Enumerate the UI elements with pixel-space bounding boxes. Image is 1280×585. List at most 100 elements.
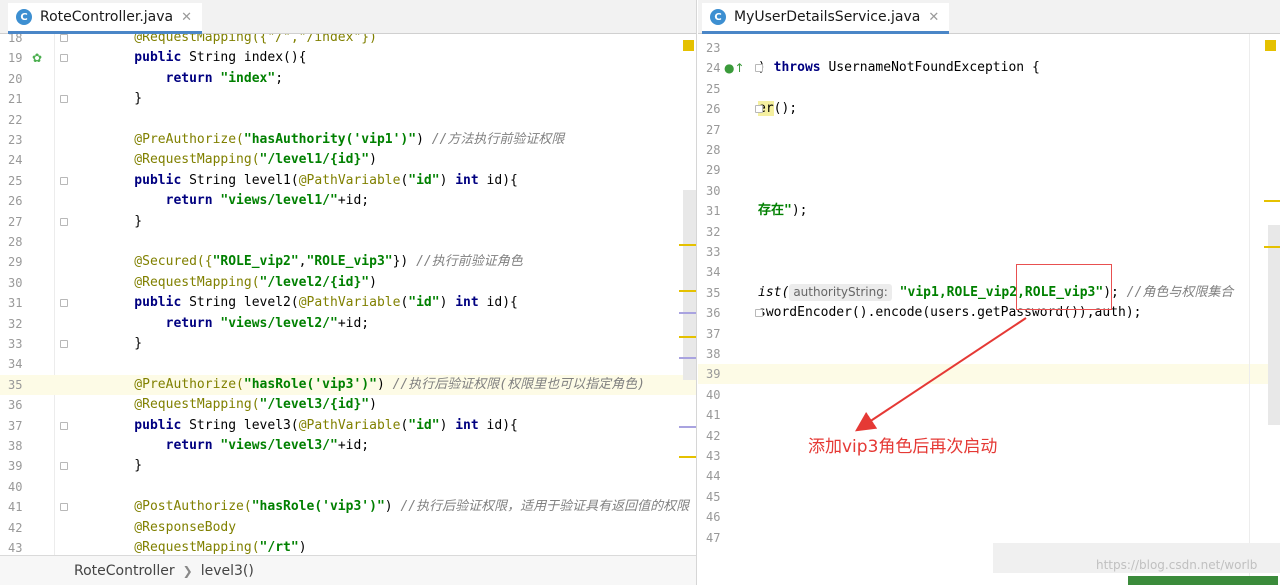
code-line[interactable]: 28 [698, 140, 1280, 160]
code-line[interactable]: 26 return "views/level1/"+id; [0, 191, 696, 211]
line-number[interactable]: 27 [8, 212, 38, 232]
line-number[interactable]: 26 [8, 191, 38, 211]
breadcrumb-class[interactable]: RoteController [74, 563, 175, 579]
code-line[interactable]: 20 return "index"; [0, 69, 696, 89]
code-line[interactable]: 32 return "views/level2/"+id; [0, 314, 696, 334]
code-line[interactable]: 24) throws UsernameNotFoundException {●↑ [698, 58, 1280, 78]
close-icon[interactable]: ✕ [181, 10, 192, 25]
code-line[interactable]: 29 @Secured({"ROLE_vip2","ROLE_vip3"}) /… [0, 252, 696, 272]
usage-marker[interactable] [679, 357, 696, 359]
line-number[interactable]: 40 [706, 385, 736, 405]
fold-icon[interactable] [755, 64, 763, 73]
line-number[interactable]: 28 [8, 232, 38, 252]
line-number[interactable]: 38 [706, 344, 736, 364]
fold-icon[interactable] [60, 217, 68, 226]
override-icon[interactable]: ●↑ [724, 58, 745, 78]
line-number[interactable]: 23 [706, 38, 736, 58]
fold-icon[interactable] [60, 34, 68, 42]
line-number[interactable]: 26 [706, 99, 736, 119]
code-line[interactable]: 35 ist(authorityString: "vip1,ROLE_vip2,R… [698, 283, 1280, 303]
close-icon[interactable]: ✕ [928, 10, 939, 25]
line-number[interactable]: 32 [706, 222, 736, 242]
line-number[interactable]: 42 [8, 518, 38, 538]
code-line[interactable]: 30 [698, 181, 1280, 201]
line-number[interactable]: 30 [706, 181, 736, 201]
warning-marker[interactable] [1264, 246, 1280, 248]
warning-marker[interactable] [1264, 200, 1280, 202]
usage-marker[interactable] [679, 426, 696, 428]
line-number[interactable]: 21 [8, 89, 38, 109]
code-line[interactable]: 37 [698, 324, 1280, 344]
left-scrollbar-thumb[interactable] [683, 190, 696, 380]
line-number[interactable]: 35 [706, 283, 736, 303]
breadcrumb-method[interactable]: level3() [201, 563, 254, 579]
line-number[interactable]: 32 [8, 314, 38, 334]
code-line[interactable]: 36 swordEncoder().encode(users.getPasswor… [698, 303, 1280, 323]
code-line[interactable]: 33 [698, 242, 1280, 262]
line-number[interactable]: 28 [706, 140, 736, 160]
code-line[interactable]: 40 [698, 385, 1280, 405]
line-number[interactable]: 24 [8, 150, 38, 170]
code-line[interactable]: 44 [698, 466, 1280, 486]
line-number[interactable]: 44 [706, 466, 736, 486]
inspection-status-icon[interactable] [1265, 40, 1276, 51]
code-line[interactable]: 23 @PreAuthorize("hasAuthority('vip1')")… [0, 130, 696, 150]
line-number[interactable]: 20 [8, 69, 38, 89]
left-code-area[interactable]: 18 @RequestMapping({"/","/index"}) 19 pub… [0, 34, 696, 555]
code-line[interactable]: 45 [698, 487, 1280, 507]
code-line[interactable]: 26 er(); [698, 99, 1280, 119]
line-number[interactable]: 22 [8, 110, 38, 130]
line-number[interactable]: 43 [8, 538, 38, 555]
code-line[interactable]: 27 } [0, 212, 696, 232]
fold-icon[interactable] [60, 176, 68, 185]
line-number[interactable]: 39 [706, 364, 736, 384]
code-line[interactable]: 42 @ResponseBody [0, 518, 696, 538]
line-number[interactable]: 42 [706, 426, 736, 446]
code-line[interactable]: 33 } [0, 334, 696, 354]
code-line[interactable]: 25 [698, 79, 1280, 99]
code-line[interactable]: 34 [698, 262, 1280, 282]
line-number[interactable]: 36 [8, 395, 38, 415]
line-number[interactable]: 41 [706, 405, 736, 425]
line-number[interactable]: 35 [8, 375, 38, 395]
code-line[interactable]: 39 [698, 364, 1280, 385]
line-number[interactable]: 33 [706, 242, 736, 262]
code-line[interactable]: 35 @PreAuthorize("hasRole('vip3')") //执行… [0, 374, 696, 395]
code-line[interactable]: 28 [0, 232, 696, 252]
code-line[interactable]: 24 @RequestMapping("/level1/{id}") [0, 150, 696, 170]
line-number[interactable]: 34 [706, 262, 736, 282]
code-line[interactable]: 19 public String index(){✿ [0, 48, 696, 68]
warning-marker[interactable] [679, 290, 696, 292]
code-line[interactable]: 30 @RequestMapping("/level2/{id}") [0, 273, 696, 293]
line-number[interactable]: 46 [706, 507, 736, 527]
line-number[interactable]: 47 [706, 528, 736, 548]
fold-icon[interactable] [60, 421, 68, 430]
line-number[interactable]: 27 [706, 120, 736, 140]
code-line[interactable]: 37 public String level3(@PathVariable("i… [0, 416, 696, 436]
line-number[interactable]: 40 [8, 477, 38, 497]
line-number[interactable]: 33 [8, 334, 38, 354]
warning-marker[interactable] [679, 456, 696, 458]
code-line[interactable]: 38 [698, 344, 1280, 364]
fold-icon[interactable] [60, 299, 68, 308]
code-line[interactable]: 31 存在"); [698, 201, 1280, 221]
line-number[interactable]: 38 [8, 436, 38, 456]
line-number[interactable]: 36 [706, 303, 736, 323]
fold-icon[interactable] [755, 105, 763, 114]
warning-marker[interactable] [679, 336, 696, 338]
fold-icon[interactable] [60, 54, 68, 63]
code-line[interactable]: 36 @RequestMapping("/level3/{id}") [0, 395, 696, 415]
fold-icon[interactable] [60, 462, 68, 471]
line-number[interactable]: 29 [706, 160, 736, 180]
code-line[interactable]: 18 @RequestMapping({"/","/index"}) [0, 34, 696, 48]
inspection-status-icon[interactable] [683, 40, 694, 51]
code-line[interactable]: 34 [0, 354, 696, 374]
line-number[interactable]: 31 [706, 201, 736, 221]
line-number[interactable]: 29 [8, 252, 38, 272]
code-line[interactable]: 46 [698, 507, 1280, 527]
code-line[interactable]: 29 [698, 160, 1280, 180]
line-number[interactable]: 37 [8, 416, 38, 436]
code-line[interactable]: 40 [0, 477, 696, 497]
code-line[interactable]: 27 [698, 120, 1280, 140]
right-code-area[interactable]: 23 24) throws UsernameNotFoundException {… [698, 34, 1280, 585]
